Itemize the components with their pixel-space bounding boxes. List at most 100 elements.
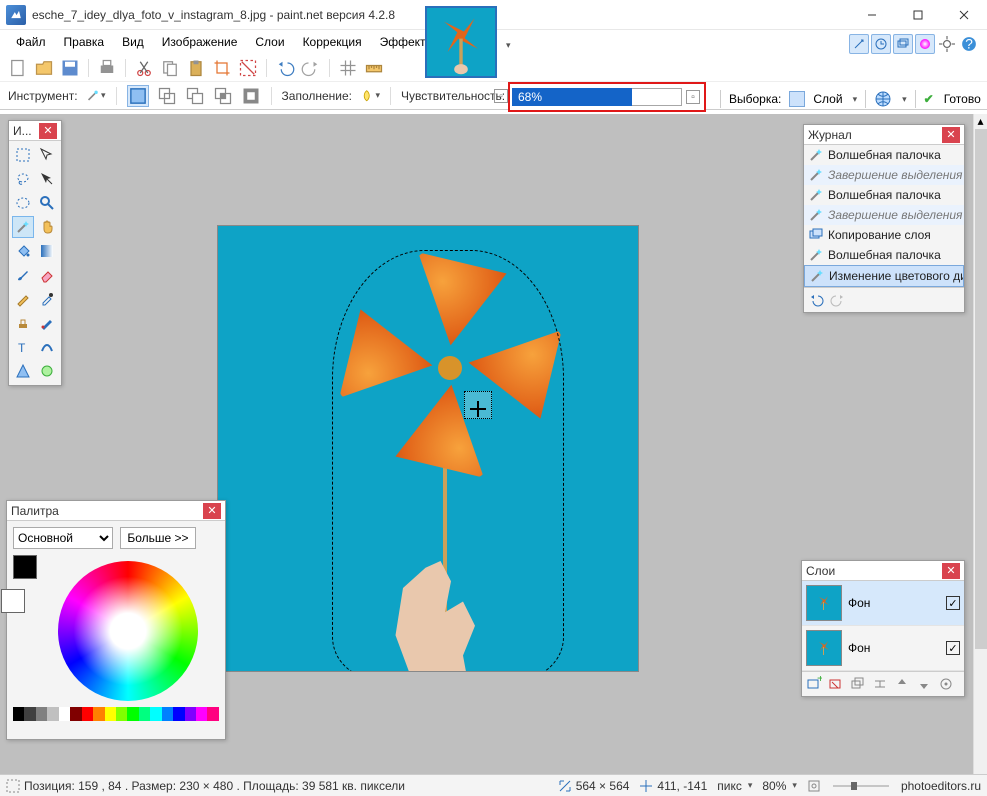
color-swatch[interactable] bbox=[47, 707, 58, 721]
selection-replace-icon[interactable] bbox=[127, 85, 149, 107]
color-swatch[interactable] bbox=[116, 707, 127, 721]
history-item[interactable]: Завершение выделения палочкой bbox=[804, 165, 964, 185]
tool-move-pixels[interactable] bbox=[36, 168, 58, 190]
selection-subtract-icon[interactable] bbox=[185, 86, 205, 106]
copy-icon[interactable] bbox=[160, 58, 180, 78]
menu-вид[interactable]: Вид bbox=[114, 32, 152, 52]
color-swatch[interactable] bbox=[150, 707, 161, 721]
menu-слои[interactable]: Слои bbox=[247, 32, 292, 52]
current-tool-icon[interactable]: ▾ bbox=[86, 86, 106, 106]
tool-shapes[interactable] bbox=[12, 360, 34, 382]
tool-shapes2[interactable] bbox=[36, 360, 58, 382]
history-item[interactable]: Волшебная палочка bbox=[804, 145, 964, 165]
color-swatch[interactable] bbox=[207, 707, 218, 721]
tolerance-slider[interactable]: 68% ▫ bbox=[508, 82, 706, 112]
tool-clone[interactable] bbox=[12, 312, 34, 334]
history-undo-icon[interactable] bbox=[808, 292, 824, 308]
layer-up-icon[interactable] bbox=[894, 676, 910, 692]
layer-merge-icon[interactable] bbox=[872, 676, 888, 692]
tool-magic-wand[interactable] bbox=[12, 216, 34, 238]
tools-window-toggle[interactable] bbox=[849, 34, 869, 54]
tool-lasso[interactable] bbox=[12, 168, 34, 190]
tool-text[interactable]: T bbox=[12, 336, 34, 358]
history-close[interactable]: ✕ bbox=[942, 127, 960, 143]
close-button[interactable] bbox=[941, 0, 987, 30]
tool-rect-select[interactable] bbox=[12, 144, 34, 166]
color-swatch[interactable] bbox=[36, 707, 47, 721]
settings-icon[interactable] bbox=[937, 34, 957, 54]
color-swatch[interactable] bbox=[70, 707, 81, 721]
help-icon[interactable]: ? bbox=[959, 34, 979, 54]
tools-panel-close[interactable]: ✕ bbox=[39, 123, 57, 139]
tool-brush[interactable] bbox=[12, 264, 34, 286]
colors-window-toggle[interactable] bbox=[915, 34, 935, 54]
new-file-icon[interactable] bbox=[8, 58, 28, 78]
maximize-button[interactable] bbox=[895, 0, 941, 30]
history-item[interactable]: Изменение цветового диапазона bbox=[804, 265, 964, 287]
tolerance-plus-button[interactable]: ▫ bbox=[686, 90, 700, 104]
color-strip[interactable] bbox=[13, 707, 219, 721]
deselect-icon[interactable] bbox=[238, 58, 258, 78]
history-window-toggle[interactable] bbox=[871, 34, 891, 54]
history-item[interactable]: Волшебная палочка bbox=[804, 185, 964, 205]
layer-scope-label[interactable]: Слой bbox=[813, 92, 842, 106]
print-icon[interactable] bbox=[97, 58, 117, 78]
minimize-button[interactable] bbox=[849, 0, 895, 30]
color-wheel[interactable] bbox=[58, 561, 198, 701]
history-item[interactable]: Волшебная палочка bbox=[804, 245, 964, 265]
tool-recolor[interactable] bbox=[36, 312, 58, 334]
selection-add-icon[interactable] bbox=[157, 86, 177, 106]
color-swatch[interactable] bbox=[24, 707, 35, 721]
color-swatch[interactable] bbox=[13, 707, 24, 721]
layer-props-icon[interactable] bbox=[938, 676, 954, 692]
tool-pan[interactable] bbox=[36, 216, 58, 238]
status-slider[interactable] bbox=[831, 779, 891, 793]
layer-down-icon[interactable] bbox=[916, 676, 932, 692]
color-swatch[interactable] bbox=[105, 707, 116, 721]
cut-icon[interactable] bbox=[134, 58, 154, 78]
menu-правка[interactable]: Правка bbox=[56, 32, 113, 52]
layer-delete-icon[interactable] bbox=[828, 676, 844, 692]
color-swatch[interactable] bbox=[173, 707, 184, 721]
layer-add-icon[interactable]: + bbox=[806, 676, 822, 692]
status-unit[interactable]: пикс bbox=[717, 779, 742, 793]
ruler-icon[interactable] bbox=[364, 58, 384, 78]
menu-файл[interactable]: Файл bbox=[8, 32, 54, 52]
canvas[interactable] bbox=[218, 226, 638, 671]
status-zoom[interactable]: 80% bbox=[762, 779, 786, 793]
tool-color-picker[interactable] bbox=[36, 288, 58, 310]
paste-icon[interactable] bbox=[186, 58, 206, 78]
tool-zoom[interactable] bbox=[36, 192, 58, 214]
open-file-icon[interactable] bbox=[34, 58, 54, 78]
layer-row[interactable]: Фон✓ bbox=[802, 581, 964, 626]
flood-mode-icon[interactable] bbox=[874, 90, 892, 108]
scroll-up-icon[interactable]: ▴ bbox=[974, 114, 987, 128]
history-item[interactable]: Завершение выделения палочкой bbox=[804, 205, 964, 225]
grid-icon[interactable] bbox=[338, 58, 358, 78]
color-mode-select[interactable]: Основной bbox=[13, 527, 113, 549]
color-swatch[interactable] bbox=[162, 707, 173, 721]
tolerance-minus-button[interactable]: ▫ bbox=[494, 89, 508, 103]
layers-close[interactable]: ✕ bbox=[942, 563, 960, 579]
tool-fill[interactable] bbox=[12, 240, 34, 262]
layer-visible-checkbox[interactable]: ✓ bbox=[946, 641, 960, 655]
history-redo-icon[interactable] bbox=[830, 292, 846, 308]
crop-icon[interactable] bbox=[212, 58, 232, 78]
color-swatch[interactable] bbox=[127, 707, 138, 721]
secondary-color-swatch[interactable] bbox=[1, 589, 25, 613]
color-swatch[interactable] bbox=[196, 707, 207, 721]
color-swatch[interactable] bbox=[139, 707, 150, 721]
colors-more-button[interactable]: Больше >> bbox=[120, 527, 195, 549]
primary-color-swatch[interactable] bbox=[13, 555, 37, 579]
layer-duplicate-icon[interactable] bbox=[850, 676, 866, 692]
color-swatch[interactable] bbox=[93, 707, 104, 721]
color-swatch[interactable] bbox=[185, 707, 196, 721]
vertical-scrollbar[interactable]: ▴ bbox=[973, 114, 987, 774]
menu-коррекция[interactable]: Коррекция bbox=[295, 32, 370, 52]
finish-label[interactable]: Готово bbox=[944, 92, 981, 106]
scroll-thumb[interactable] bbox=[975, 129, 987, 649]
color-swatch[interactable] bbox=[59, 707, 70, 721]
redo-icon[interactable] bbox=[301, 58, 321, 78]
layers-window-toggle[interactable] bbox=[893, 34, 913, 54]
thumb-dropdown-icon[interactable]: ▾ bbox=[506, 40, 511, 51]
